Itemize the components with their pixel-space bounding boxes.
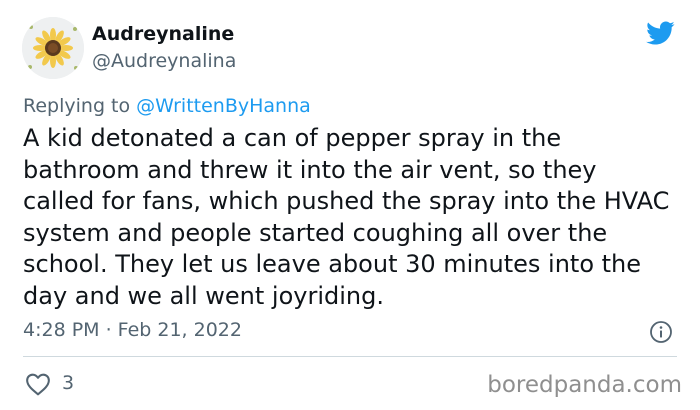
divider (23, 356, 677, 357)
reply-context: Replying to @WrittenByHanna (23, 93, 311, 119)
tweet-timestamp[interactable]: 4:28 PM · Feb 21, 2022 (23, 317, 242, 343)
info-icon[interactable] (649, 320, 673, 344)
user-handle[interactable]: @Audreynalina (92, 49, 236, 73)
display-name[interactable]: Audreynaline (92, 22, 234, 46)
reply-prefix: Replying to (23, 95, 131, 117)
reply-mention-link[interactable]: @WrittenByHanna (136, 95, 311, 117)
avatar[interactable] (22, 17, 84, 79)
twitter-bird-icon[interactable] (643, 18, 677, 48)
watermark: boredpanda.com (487, 372, 682, 398)
like-count: 3 (62, 372, 75, 394)
sunflower-avatar-icon (22, 17, 84, 79)
heart-icon[interactable] (25, 372, 51, 396)
tweet-text: A kid detonated a can of pepper spray in… (23, 124, 670, 310)
tweet-card: Audreynaline @Audreynalina Replying to @… (0, 0, 700, 410)
